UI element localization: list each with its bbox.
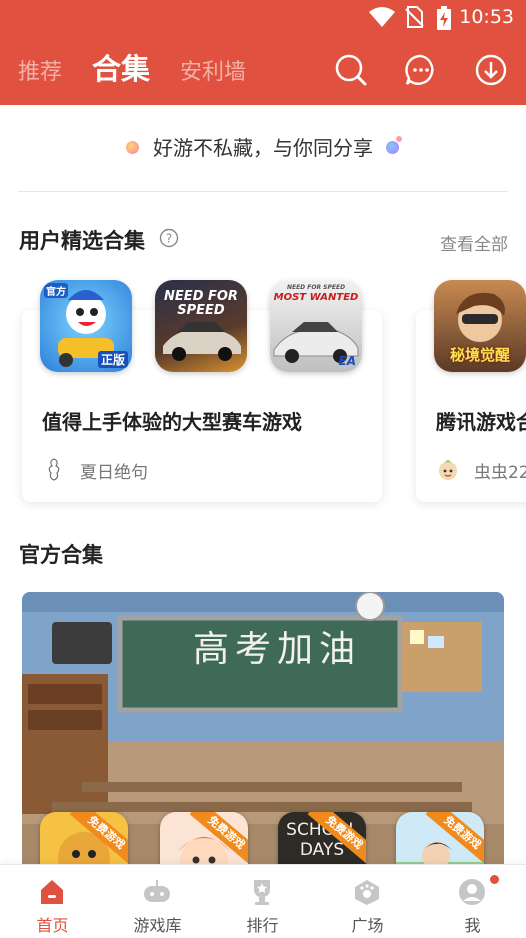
see-all-link[interactable]: 查看全部 [440, 230, 508, 255]
trophy-icon [254, 880, 270, 905]
help-icon[interactable]: ? [159, 228, 179, 248]
corner-tag: 官方 [44, 283, 68, 298]
collection-title: 腾讯游戏合 [436, 410, 526, 434]
collection-author: 夏日绝句 [80, 463, 148, 483]
official-collection-banner[interactable]: 高考加油 免费游戏 免费游戏 SCHOOL DAYS 免费游戏 免费游戏 [22, 592, 504, 872]
download-icon[interactable] [474, 53, 508, 87]
top-tabs: 推荐 合集 安利墙 [0, 44, 330, 94]
divider [18, 191, 508, 192]
app-root: 10:53 推荐 合集 安利墙 好游不私藏，与你同分享 用户精选合集 ? 查看全… [0, 0, 526, 938]
slogan-bar: 好游不私藏，与你同分享 [0, 130, 526, 166]
decor-dot-small [396, 136, 402, 142]
section-title-user-collections: 用户精选合集 [19, 229, 145, 253]
nav-label: 我 [464, 916, 481, 935]
no-sim-icon [405, 6, 424, 28]
bottom-nav: 首页 游戏库 排行 广场 我 [0, 864, 526, 938]
banner-game-icon[interactable]: SCHOOL DAYS 免费游戏 [278, 812, 366, 872]
nav-label: 游戏库 [133, 916, 182, 935]
gamepad-icon [144, 880, 170, 902]
author-avatar [42, 456, 66, 482]
nav-game-library[interactable]: 游戏库 [105, 865, 210, 938]
decor-dot-right [386, 141, 399, 154]
plaza-icon [355, 880, 379, 905]
message-icon[interactable] [404, 53, 438, 87]
home-icon [41, 880, 63, 904]
svg-text:?: ? [166, 232, 172, 246]
game-icon-kart-rider[interactable]: 官方 正版 [40, 280, 132, 372]
search-icon[interactable] [334, 53, 368, 87]
game-icon-mijing-juexing[interactable]: 秘境觉醒 [434, 280, 526, 372]
nav-ranking[interactable]: 排行 [210, 865, 315, 938]
nav-label: 排行 [246, 916, 279, 935]
status-time: 10:53 [459, 6, 514, 28]
nav-me[interactable]: 我 [420, 865, 525, 938]
tab-recommend[interactable]: 推荐 [18, 54, 62, 86]
banner-game-icon[interactable]: 免费游戏 [40, 812, 128, 872]
game-icon-title: NEED FOR SPEED [164, 289, 238, 318]
notification-dot [490, 875, 499, 884]
author-avatar [439, 460, 457, 480]
game-icon-need-for-speed[interactable]: NEED FOR SPEED [155, 280, 247, 372]
nav-plaza[interactable]: 广场 [315, 865, 420, 938]
publisher-badge: EA [338, 354, 356, 368]
banner-game-icon[interactable]: 免费游戏 [396, 812, 484, 872]
game-icon-nfs-most-wanted[interactable]: NEED FOR SPEED MOST WANTED EA [270, 280, 362, 372]
tab-collections[interactable]: 合集 [92, 46, 150, 88]
nav-label: 首页 [36, 916, 69, 935]
banner-game-icon[interactable]: 免费游戏 [160, 812, 248, 872]
collection-title: 值得上手体验的大型赛车游戏 [42, 410, 302, 434]
wifi-icon [369, 7, 395, 27]
banner-board-text: 高考加油 [192, 629, 361, 670]
tab-recommend-wall[interactable]: 安利墙 [180, 54, 246, 86]
profile-icon [459, 879, 485, 905]
nav-label: 广场 [351, 916, 384, 935]
section-title-official-collections: 官方合集 [19, 543, 103, 567]
game-icon-title: 秘境觉醒 [449, 346, 510, 364]
battery-charging-icon [437, 6, 451, 30]
slogan-text: 好游不私藏，与你同分享 [153, 136, 373, 160]
collection-author: 虫虫22 [474, 463, 526, 483]
status-bar: 10:53 [0, 0, 526, 34]
nav-home[interactable]: 首页 [0, 865, 105, 938]
top-header: 10:53 推荐 合集 安利墙 [0, 0, 526, 105]
decor-dot-left [126, 141, 139, 154]
official-badge: 正版 [97, 351, 128, 368]
